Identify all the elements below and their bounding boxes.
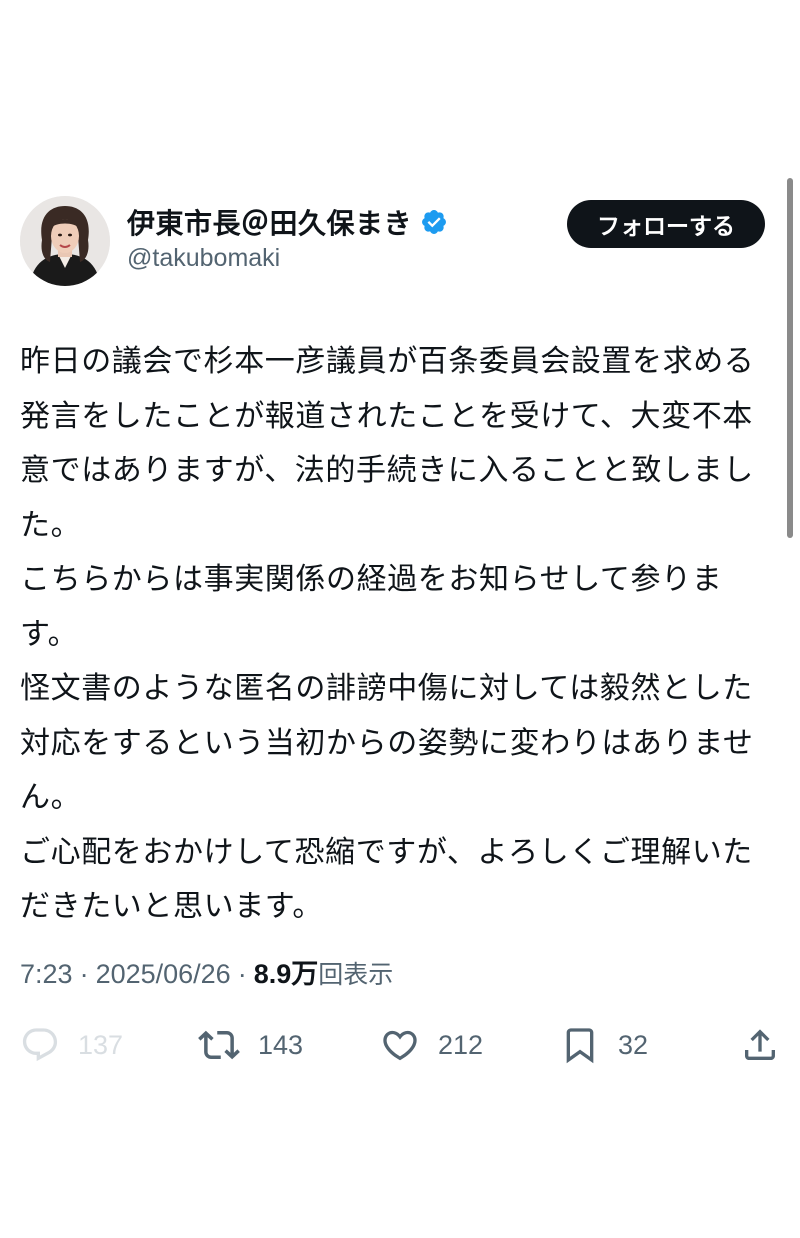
meta-separator: · <box>237 959 247 989</box>
display-name[interactable]: 伊東市長＠田久保まき <box>127 202 412 242</box>
retweet-icon <box>198 1024 240 1066</box>
user-info: 伊東市長＠田久保まき @takubomaki <box>127 202 448 282</box>
views-count: 8.9万 <box>253 959 319 989</box>
tweet-meta: 7:23 · 2025/06/26 · 8.9万 回表示 <box>20 952 393 991</box>
bookmark-icon <box>560 1025 600 1065</box>
retweet-count: 143 <box>258 1029 304 1060</box>
bookmark-count: 32 <box>618 1029 649 1060</box>
like-button[interactable]: 212 <box>380 1020 483 1070</box>
avatar[interactable] <box>20 196 110 286</box>
display-name-row: 伊東市長＠田久保まき <box>127 202 448 242</box>
reply-button[interactable]: 137 <box>20 1020 123 1070</box>
like-count: 212 <box>438 1029 484 1060</box>
views-label: 回表示 <box>318 960 394 989</box>
heart-icon <box>380 1025 420 1065</box>
avatar-photo <box>20 196 110 286</box>
tweet-header: 伊東市長＠田久保まき @takubomaki フォローする <box>20 196 765 288</box>
reply-count: 137 <box>78 1029 124 1060</box>
share-button[interactable] <box>740 1020 780 1070</box>
bookmark-button[interactable]: 32 <box>560 1020 648 1070</box>
tweet-date[interactable]: 2025/06/26 <box>96 959 231 990</box>
share-icon <box>740 1025 780 1065</box>
meta-separator: · <box>79 959 89 989</box>
retweet-button[interactable]: 143 <box>198 1020 303 1070</box>
verified-badge-icon <box>420 208 448 236</box>
reply-icon <box>20 1025 60 1065</box>
scrollbar[interactable] <box>787 178 793 538</box>
tweet-time[interactable]: 7:23 <box>20 959 73 990</box>
follow-button[interactable]: フォローする <box>567 200 765 248</box>
tweet-actions: 137 143 212 32 <box>20 1020 780 1070</box>
tweet-text: 昨日の議会で杉本一彦議員が百条委員会設置を求める発言をしたことが報道されたことを… <box>20 344 755 924</box>
user-handle[interactable]: @takubomaki <box>127 244 448 273</box>
